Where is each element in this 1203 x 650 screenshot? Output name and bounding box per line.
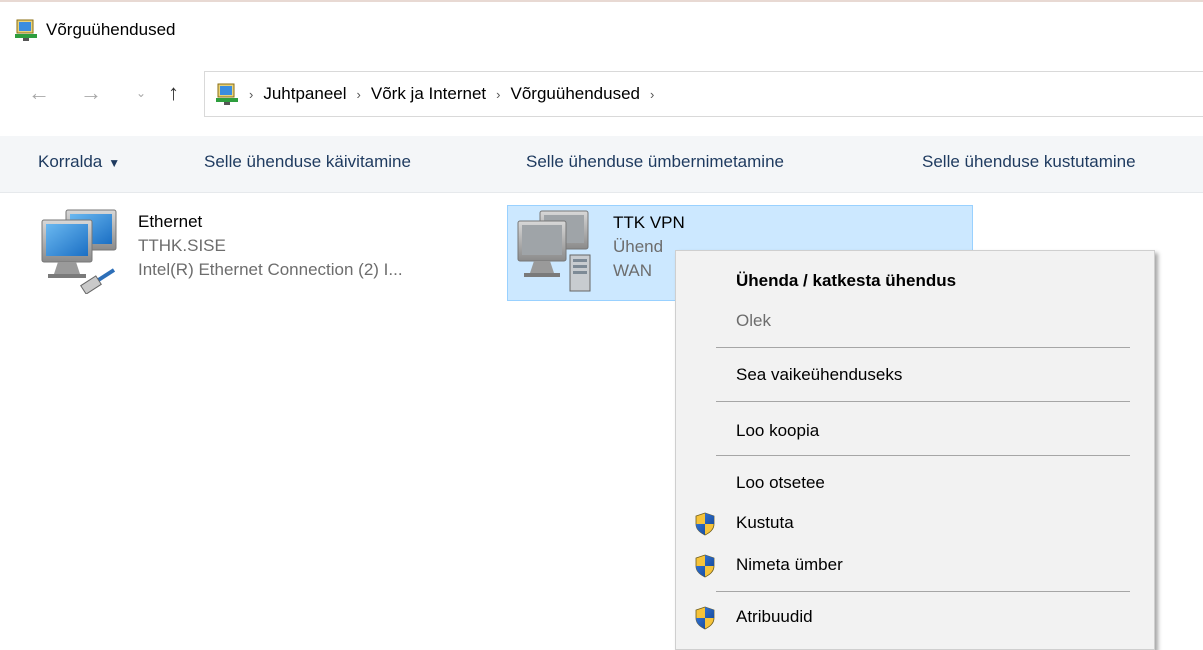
caret-down-icon: ▼	[108, 156, 121, 170]
uac-shield-icon	[695, 606, 715, 630]
up-arrow-icon[interactable]: ↑	[168, 82, 179, 104]
breadcrumb-separator[interactable]: ›	[496, 87, 500, 102]
menu-separator	[716, 591, 1130, 592]
command-bar: Korralda ▼ Selle ühenduse käivitamine Sel…	[0, 136, 1203, 193]
connection-item-ethernet[interactable]: Ethernet TTHK.SISE Intel(R) Ethernet Con…	[30, 204, 500, 302]
chevron-down-icon[interactable]: ⌄	[136, 86, 146, 100]
connection-name: Ethernet	[138, 212, 203, 231]
organize-button[interactable]: Korralda ▼	[38, 152, 120, 172]
menu-item-rename[interactable]: Nimeta ümber	[736, 555, 843, 575]
window-title: Võrguühendused	[46, 20, 176, 39]
menu-item-copy[interactable]: Loo koopia	[736, 421, 819, 441]
forward-arrow-icon[interactable]: →	[80, 82, 102, 104]
start-connection-button[interactable]: Selle ühenduse käivitamine	[204, 152, 411, 172]
menu-separator	[716, 401, 1130, 402]
window-top-border	[0, 0, 1203, 2]
connection-network: TTHK.SISE	[138, 236, 226, 255]
breadcrumb-control-panel[interactable]: Juhtpaneel	[263, 84, 346, 104]
context-menu: Ühenda / katkesta ühendus Olek Sea vaike…	[675, 250, 1155, 650]
connection-device: WAN	[613, 261, 653, 280]
menu-item-properties[interactable]: Atribuudid	[736, 607, 813, 627]
menu-item-connect-disconnect[interactable]: Ühenda / katkesta ühendus	[736, 271, 956, 291]
organize-label: Korralda	[38, 152, 103, 171]
control-panel-icon	[216, 83, 238, 105]
breadcrumb-separator[interactable]: ›	[357, 87, 361, 102]
connection-device: Intel(R) Ethernet Connection (2) I...	[138, 260, 403, 279]
menu-item-create-shortcut[interactable]: Loo otsetee	[736, 473, 825, 493]
vpn-adapter-icon	[517, 210, 591, 292]
ethernet-adapter-icon	[41, 209, 117, 294]
network-connections-icon	[15, 19, 37, 41]
back-arrow-icon[interactable]: ←	[28, 82, 50, 104]
breadcrumb-network-connections[interactable]: Võrguühendused	[511, 84, 641, 104]
connection-status: Ühend	[613, 237, 664, 256]
rename-connection-button[interactable]: Selle ühenduse ümbernimetamine	[526, 152, 784, 172]
menu-item-status[interactable]: Olek	[736, 311, 771, 331]
menu-item-set-default[interactable]: Sea vaikeühenduseks	[736, 365, 902, 385]
uac-shield-icon	[695, 554, 715, 578]
title-bar: Võrguühendused	[14, 18, 176, 42]
delete-connection-button[interactable]: Selle ühenduse kustutamine	[922, 152, 1136, 172]
uac-shield-icon	[695, 512, 715, 536]
breadcrumb-separator[interactable]: ›	[249, 87, 253, 102]
connection-name: TTK VPN	[613, 213, 685, 232]
address-bar[interactable]: › Juhtpaneel › Võrk ja Internet › Võrguü…	[204, 71, 1203, 117]
breadcrumb-separator[interactable]: ›	[650, 87, 654, 102]
menu-separator	[716, 347, 1130, 348]
menu-separator	[716, 455, 1130, 456]
breadcrumb-network-internet[interactable]: Võrk ja Internet	[371, 84, 486, 104]
menu-item-delete[interactable]: Kustuta	[736, 513, 794, 533]
